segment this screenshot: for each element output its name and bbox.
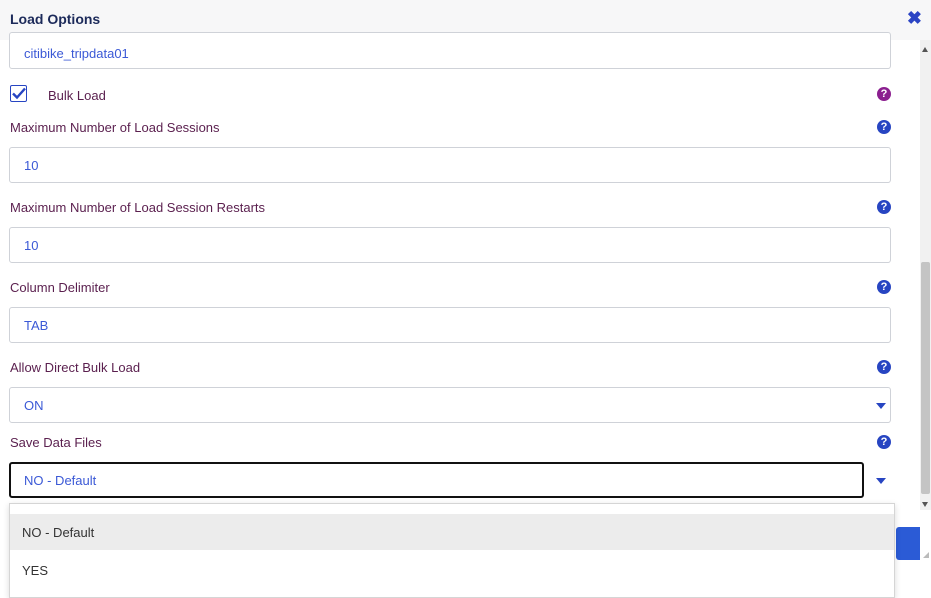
save-data-files-help-icon[interactable]: ? (877, 435, 891, 449)
table-name-field[interactable]: citibike_tripdata01 (9, 32, 891, 69)
column-delimiter-label: Column Delimiter (10, 280, 110, 295)
max-restarts-label: Maximum Number of Load Session Restarts (10, 200, 266, 215)
table-name-value: citibike_tripdata01 (24, 46, 129, 61)
column-delimiter-value: TAB (24, 318, 49, 333)
save-data-files-select[interactable]: NO - Default (9, 462, 864, 498)
dropdown-option-yes[interactable]: YES (10, 552, 894, 588)
column-delimiter-help-icon[interactable]: ? (877, 280, 891, 294)
close-icon[interactable]: ✖ (907, 8, 922, 29)
max-sessions-label: Maximum Number of Load Sessions (10, 120, 220, 135)
max-restarts-input[interactable]: 10 (9, 227, 891, 263)
max-restarts-help-icon[interactable]: ? (877, 200, 891, 214)
allow-direct-bulk-select[interactable]: ON (9, 387, 891, 423)
save-data-files-dropdown: NO - Default YES (9, 503, 895, 598)
max-sessions-value: 10 (24, 158, 39, 173)
max-restarts-value: 10 (24, 238, 39, 253)
bulk-load-label: Bulk Load (48, 88, 106, 103)
save-data-files-value: NO - Default (24, 473, 97, 488)
chevron-down-icon[interactable] (876, 478, 886, 484)
scroll-down-icon[interactable] (922, 502, 928, 507)
column-delimiter-input[interactable]: TAB (9, 307, 891, 343)
dialog-title: Load Options (10, 11, 101, 27)
allow-direct-bulk-help-icon[interactable]: ? (877, 360, 891, 374)
dropdown-option-label: NO - Default (22, 525, 95, 540)
dropdown-option-label: YES (22, 563, 49, 578)
save-data-files-label: Save Data Files (10, 435, 102, 450)
scrollbar-thumb[interactable] (921, 262, 930, 494)
resize-grip-icon[interactable] (923, 552, 929, 558)
dropdown-option-no-default[interactable]: NO - Default (10, 514, 894, 550)
allow-direct-bulk-value: ON (24, 398, 44, 413)
scroll-up-icon[interactable] (922, 47, 928, 52)
allow-direct-bulk-label: Allow Direct Bulk Load (10, 360, 141, 375)
bulk-load-checkbox[interactable] (10, 85, 27, 102)
chevron-down-icon[interactable] (876, 403, 886, 409)
max-sessions-help-icon[interactable]: ? (877, 120, 891, 134)
bulk-load-help-icon[interactable]: ? (877, 87, 891, 101)
checkmark-icon (12, 87, 26, 100)
footer-button[interactable] (896, 527, 920, 560)
max-sessions-input[interactable]: 10 (9, 147, 891, 183)
